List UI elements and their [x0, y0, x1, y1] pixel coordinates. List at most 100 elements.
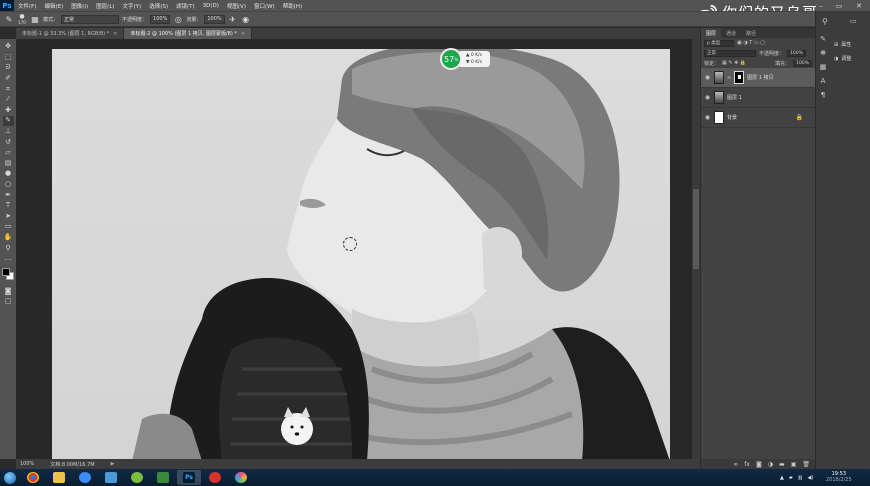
- menu-edit[interactable]: 编辑(E): [40, 2, 67, 10]
- character-icon[interactable]: A: [821, 77, 826, 85]
- maximize-icon[interactable]: ▭: [832, 0, 846, 11]
- move-tool-icon[interactable]: ✥: [3, 42, 14, 52]
- taskbar-photoshop[interactable]: Ps: [177, 470, 201, 485]
- tab-untitled-2[interactable]: 未标题-2 @ 100% (图层 1 拷贝, 图层蒙版/8) * ✕: [124, 28, 253, 39]
- gradient-tool-icon[interactable]: ▤: [3, 159, 14, 169]
- close-tab-icon[interactable]: ✕: [241, 31, 245, 37]
- status-menu-arrow-icon[interactable]: ▶: [111, 461, 115, 467]
- network-icon[interactable]: ▥: [798, 475, 803, 481]
- pressure-opacity-icon[interactable]: ◎: [173, 14, 183, 24]
- visibility-eye-icon[interactable]: ◉: [704, 114, 711, 121]
- color-icon[interactable]: ❋: [820, 49, 826, 57]
- opacity-input[interactable]: 100%: [150, 14, 171, 24]
- link-layers-icon[interactable]: ∞: [733, 461, 738, 468]
- blur-tool-icon[interactable]: ●: [3, 169, 14, 179]
- type-tool-icon[interactable]: T: [3, 201, 14, 211]
- document-canvas[interactable]: [52, 49, 670, 459]
- taskbar-explorer[interactable]: [47, 470, 71, 485]
- start-button[interactable]: [0, 469, 20, 486]
- layer-style-icon[interactable]: fx: [744, 461, 750, 468]
- menu-select[interactable]: 选择(S): [145, 2, 172, 10]
- more-tools-icon[interactable]: …: [3, 254, 14, 264]
- properties-button[interactable]: ⊞ 属性: [834, 41, 851, 49]
- taskbar-clock[interactable]: 19:53 2018/2/25: [826, 471, 852, 483]
- quick-select-tool-icon[interactable]: ✐: [3, 74, 14, 84]
- tray-expand-icon[interactable]: ▲: [780, 475, 784, 481]
- fill-input[interactable]: 100%: [793, 59, 812, 67]
- tab-channels[interactable]: 通道: [721, 28, 741, 38]
- screen-mode-icon[interactable]: ▢: [3, 297, 14, 307]
- menu-image[interactable]: 图像(I): [67, 2, 92, 10]
- layer-row-copy[interactable]: ◉ ∞ 图层 1 拷贝: [701, 68, 815, 88]
- layer-row-background[interactable]: ◉ 背景 🔒: [701, 108, 815, 128]
- menu-type[interactable]: 文字(Y): [119, 2, 146, 10]
- brush-tool-preset-icon[interactable]: ✎: [4, 14, 14, 24]
- spot-healing-tool-icon[interactable]: ✚: [3, 106, 14, 116]
- filter-icons[interactable]: ▣ ◑ T ▭ ▢: [737, 40, 765, 46]
- volume-icon[interactable]: ◀): [807, 475, 813, 481]
- taskbar-app-5[interactable]: [125, 470, 149, 485]
- menu-3d[interactable]: 3D(D): [199, 3, 223, 9]
- delete-layer-icon[interactable]: 🗑: [802, 461, 810, 468]
- visibility-eye-icon[interactable]: ◉: [704, 74, 711, 81]
- chain-link-icon[interactable]: ∞: [727, 75, 731, 81]
- brush-tool-icon[interactable]: ✎: [2, 116, 14, 126]
- airbrush-icon[interactable]: ✈: [228, 14, 238, 24]
- minimize-icon[interactable]: –: [814, 0, 828, 11]
- flow-input[interactable]: 100%: [204, 14, 225, 24]
- brush-panel-toggle-icon[interactable]: ▦: [30, 14, 40, 24]
- nvidia-icon[interactable]: ▰: [789, 475, 793, 481]
- lasso-tool-icon[interactable]: ᘐ: [3, 63, 14, 73]
- layer-row-1[interactable]: ◉ 图层 1: [701, 88, 815, 108]
- taskbar-app-4[interactable]: [99, 470, 123, 485]
- pen-tool-icon[interactable]: ✒: [3, 190, 14, 200]
- menu-layer[interactable]: 图层(L): [92, 2, 118, 10]
- taskbar-chrome[interactable]: [21, 470, 45, 485]
- crop-tool-icon[interactable]: ⌗: [3, 84, 14, 94]
- path-select-tool-icon[interactable]: ➤: [3, 212, 14, 222]
- tab-untitled-1[interactable]: 未标题-1 @ 33.3% (图层 1, RGB/8) * ✕: [16, 28, 125, 39]
- close-tab-icon[interactable]: ✕: [113, 31, 117, 37]
- search-icon[interactable]: ⚲: [822, 17, 828, 26]
- new-group-icon[interactable]: ▬: [779, 461, 785, 468]
- color-swatches[interactable]: [1, 267, 15, 281]
- menu-file[interactable]: 文件(F): [14, 2, 40, 10]
- eraser-tool-icon[interactable]: ▱: [3, 148, 14, 158]
- workspace-icon[interactable]: ▭: [850, 17, 857, 25]
- tab-paths[interactable]: 路径: [741, 28, 761, 38]
- hand-tool-icon[interactable]: ✋: [3, 233, 14, 243]
- new-layer-icon[interactable]: ▣: [791, 461, 797, 468]
- menu-help[interactable]: 帮助(H): [279, 2, 306, 10]
- layer-opacity-input[interactable]: 100%: [787, 49, 806, 57]
- canvas-area[interactable]: ▲ 0 K/s ▼ 0 K/s 57%: [16, 39, 700, 459]
- adjustment-layer-icon[interactable]: ◑: [768, 461, 773, 468]
- taskbar-baidu-netdisk[interactable]: [73, 470, 97, 485]
- menu-window[interactable]: 窗口(W): [250, 2, 279, 10]
- eyedropper-tool-icon[interactable]: ⁄: [3, 95, 14, 105]
- lock-icons[interactable]: ▦ ✎ ✥ 🔒: [722, 60, 746, 66]
- scrollbar-thumb[interactable]: [693, 189, 699, 269]
- brush-settings-icon[interactable]: ✎: [820, 35, 826, 43]
- pressure-size-icon[interactable]: ◉: [241, 14, 251, 24]
- photoshop-logo-icon[interactable]: Ps: [0, 0, 14, 11]
- history-brush-tool-icon[interactable]: ↺: [3, 137, 14, 147]
- zoom-tool-icon[interactable]: ⚲: [3, 243, 14, 253]
- zoom-level[interactable]: 100%: [20, 461, 34, 467]
- tab-layers[interactable]: 图层: [701, 28, 722, 38]
- taskbar-app-6[interactable]: [151, 470, 175, 485]
- layer-mask-thumbnail[interactable]: [734, 71, 745, 84]
- blend-mode-select[interactable]: 正常: [704, 49, 756, 57]
- taskbar-app-9[interactable]: [229, 470, 253, 485]
- close-icon[interactable]: ✕: [852, 0, 866, 11]
- swatches-icon[interactable]: ▦: [820, 63, 827, 71]
- mode-select[interactable]: 正常: [61, 14, 120, 24]
- add-mask-icon[interactable]: ◙: [756, 461, 762, 468]
- quick-mask-icon[interactable]: ◙: [3, 286, 14, 296]
- brush-size-picker-icon[interactable]: ● 170: [17, 13, 27, 25]
- visibility-eye-icon[interactable]: ◉: [704, 94, 711, 101]
- menu-view[interactable]: 视图(V): [223, 2, 250, 10]
- clone-stamp-tool-icon[interactable]: ⊥: [3, 127, 14, 137]
- adjustments-button[interactable]: ◑ 调整: [834, 55, 851, 63]
- menu-filter[interactable]: 滤镜(T): [172, 2, 199, 10]
- marquee-tool-icon[interactable]: ⬚: [3, 53, 14, 63]
